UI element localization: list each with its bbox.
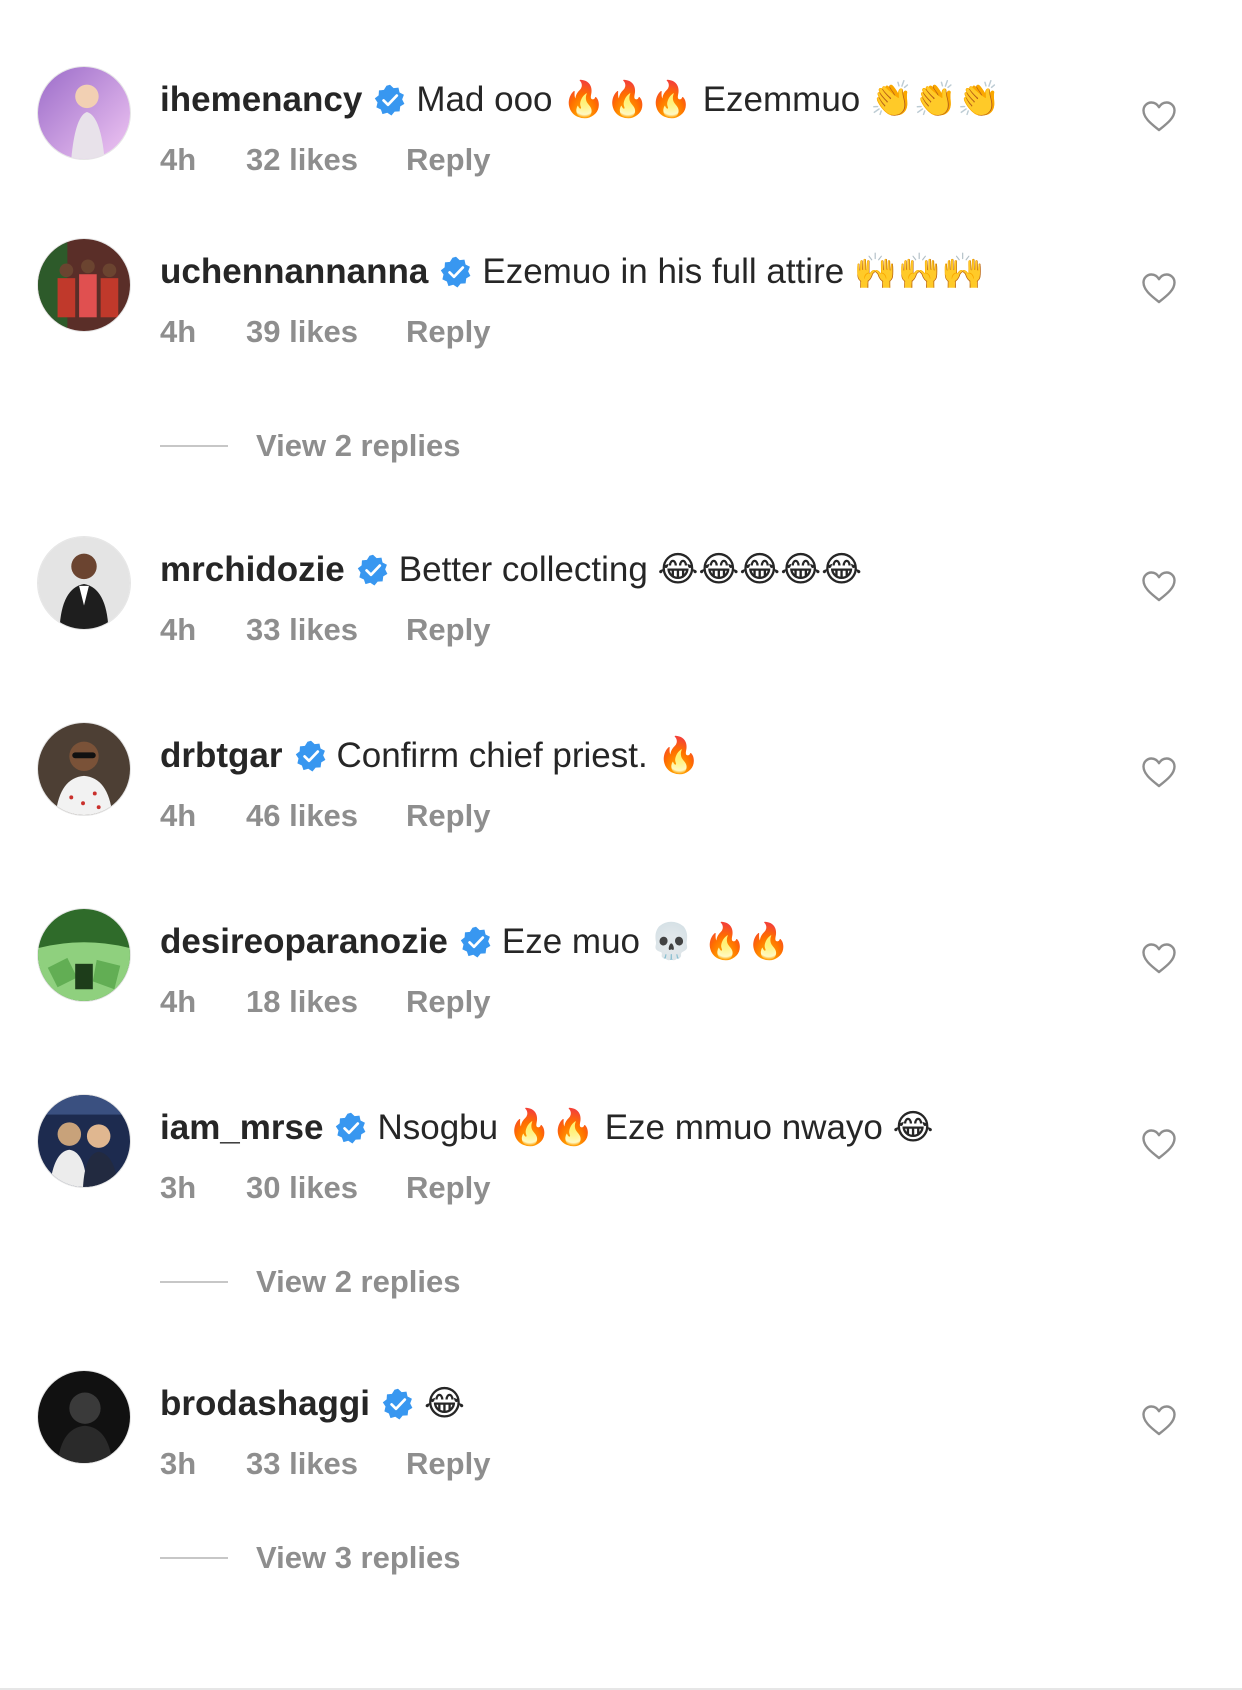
comment-item: uchennannanna Ezemuo in his full attire …: [0, 238, 1242, 368]
comment-timestamp: 4h: [160, 984, 197, 1019]
verified-badge-icon: [357, 554, 389, 586]
comment-item: mrchidozie Better collecting 😂😂😂😂😂 4h 33 …: [0, 536, 1242, 666]
reply-button[interactable]: Reply: [406, 1169, 490, 1207]
comment-likes-count[interactable]: 32 likes: [246, 141, 358, 179]
comment-username[interactable]: uchennannanna: [160, 250, 428, 294]
comment-item: brodashaggi 😂 3h 33 likes Reply: [0, 1370, 1242, 1500]
verified-badge-icon: [382, 1388, 414, 1420]
comment-text: 😂: [424, 1384, 465, 1423]
view-replies-label: View 2 replies: [256, 1264, 461, 1299]
comment-username[interactable]: drbtgar: [160, 734, 283, 778]
comment-username[interactable]: iam_mrse: [160, 1106, 323, 1150]
comment-likes-count[interactable]: 39 likes: [246, 313, 358, 351]
view-replies-button[interactable]: View 2 replies: [160, 1262, 461, 1302]
comment-username[interactable]: brodashaggi: [160, 1382, 370, 1426]
heart-outline-icon[interactable]: [1141, 570, 1177, 602]
heart-outline-icon[interactable]: [1141, 1404, 1177, 1436]
heart-outline-icon[interactable]: [1141, 1128, 1177, 1160]
reply-button[interactable]: Reply: [406, 983, 490, 1021]
divider: [160, 445, 228, 447]
heart-outline-icon[interactable]: [1141, 100, 1177, 132]
comment-timestamp: 3h: [160, 1170, 197, 1205]
reply-button[interactable]: Reply: [406, 141, 490, 179]
comment-username[interactable]: mrchidozie: [160, 548, 345, 592]
comment-likes-count[interactable]: 18 likes: [246, 983, 358, 1021]
reply-button[interactable]: Reply: [406, 611, 490, 649]
verified-badge-icon: [460, 926, 492, 958]
comment-text: Nsogbu 🔥🔥 Eze mmuo nwayo 😂: [377, 1108, 934, 1147]
comment-text: Better collecting 😂😂😂😂😂: [398, 550, 862, 589]
comment-text: Ezemuo in his full attire 🙌🙌🙌: [482, 252, 985, 291]
comment-item: desireoparanozie Eze muo 💀 🔥🔥 4h 18 likes…: [0, 908, 1242, 1038]
comment-likes-count[interactable]: 33 likes: [246, 611, 358, 649]
heart-outline-icon[interactable]: [1141, 942, 1177, 974]
view-replies-button[interactable]: View 2 replies: [160, 426, 461, 466]
avatar[interactable]: [37, 1370, 131, 1464]
comment-text: Eze muo 💀 🔥🔥: [501, 922, 791, 961]
comment-username[interactable]: ihemenancy: [160, 78, 362, 122]
reply-button[interactable]: Reply: [406, 313, 490, 351]
view-replies-button[interactable]: View 3 replies: [160, 1538, 461, 1578]
view-replies-label: View 2 replies: [256, 428, 461, 463]
comment-item: ihemenancy Mad ooo 🔥🔥🔥 Ezemmuo 👏👏👏 4h 32 …: [0, 66, 1242, 196]
verified-badge-icon: [440, 256, 472, 288]
comment-likes-count[interactable]: 33 likes: [246, 1445, 358, 1483]
comment-text: Mad ooo 🔥🔥🔥 Ezemmuo 👏👏👏: [416, 80, 1001, 119]
verified-badge-icon: [295, 740, 327, 772]
heart-outline-icon[interactable]: [1141, 272, 1177, 304]
avatar[interactable]: [37, 536, 131, 630]
comment-timestamp: 3h: [160, 1446, 197, 1481]
avatar[interactable]: [37, 238, 131, 332]
view-replies-label: View 3 replies: [256, 1540, 461, 1575]
verified-badge-icon: [374, 84, 406, 116]
comment-likes-count[interactable]: 30 likes: [246, 1169, 358, 1207]
avatar[interactable]: [37, 722, 131, 816]
comment-timestamp: 4h: [160, 314, 197, 349]
comment-likes-count[interactable]: 46 likes: [246, 797, 358, 835]
comment-timestamp: 4h: [160, 142, 197, 177]
verified-badge-icon: [335, 1112, 367, 1144]
comment-text: Confirm chief priest. 🔥: [336, 736, 702, 775]
comment-timestamp: 4h: [160, 612, 197, 647]
reply-button[interactable]: Reply: [406, 797, 490, 835]
avatar[interactable]: [37, 908, 131, 1002]
reply-button[interactable]: Reply: [406, 1445, 490, 1483]
comment-username[interactable]: desireoparanozie: [160, 920, 448, 964]
divider: [160, 1281, 228, 1283]
heart-outline-icon[interactable]: [1141, 756, 1177, 788]
avatar[interactable]: [37, 66, 131, 160]
comment-timestamp: 4h: [160, 798, 197, 833]
divider: [160, 1557, 228, 1559]
comment-item: iam_mrse Nsogbu 🔥🔥 Eze mmuo nwayo 😂 3h 30…: [0, 1094, 1242, 1224]
avatar[interactable]: [37, 1094, 131, 1188]
comment-item: drbtgar Confirm chief priest. 🔥 4h 46 lik…: [0, 722, 1242, 852]
